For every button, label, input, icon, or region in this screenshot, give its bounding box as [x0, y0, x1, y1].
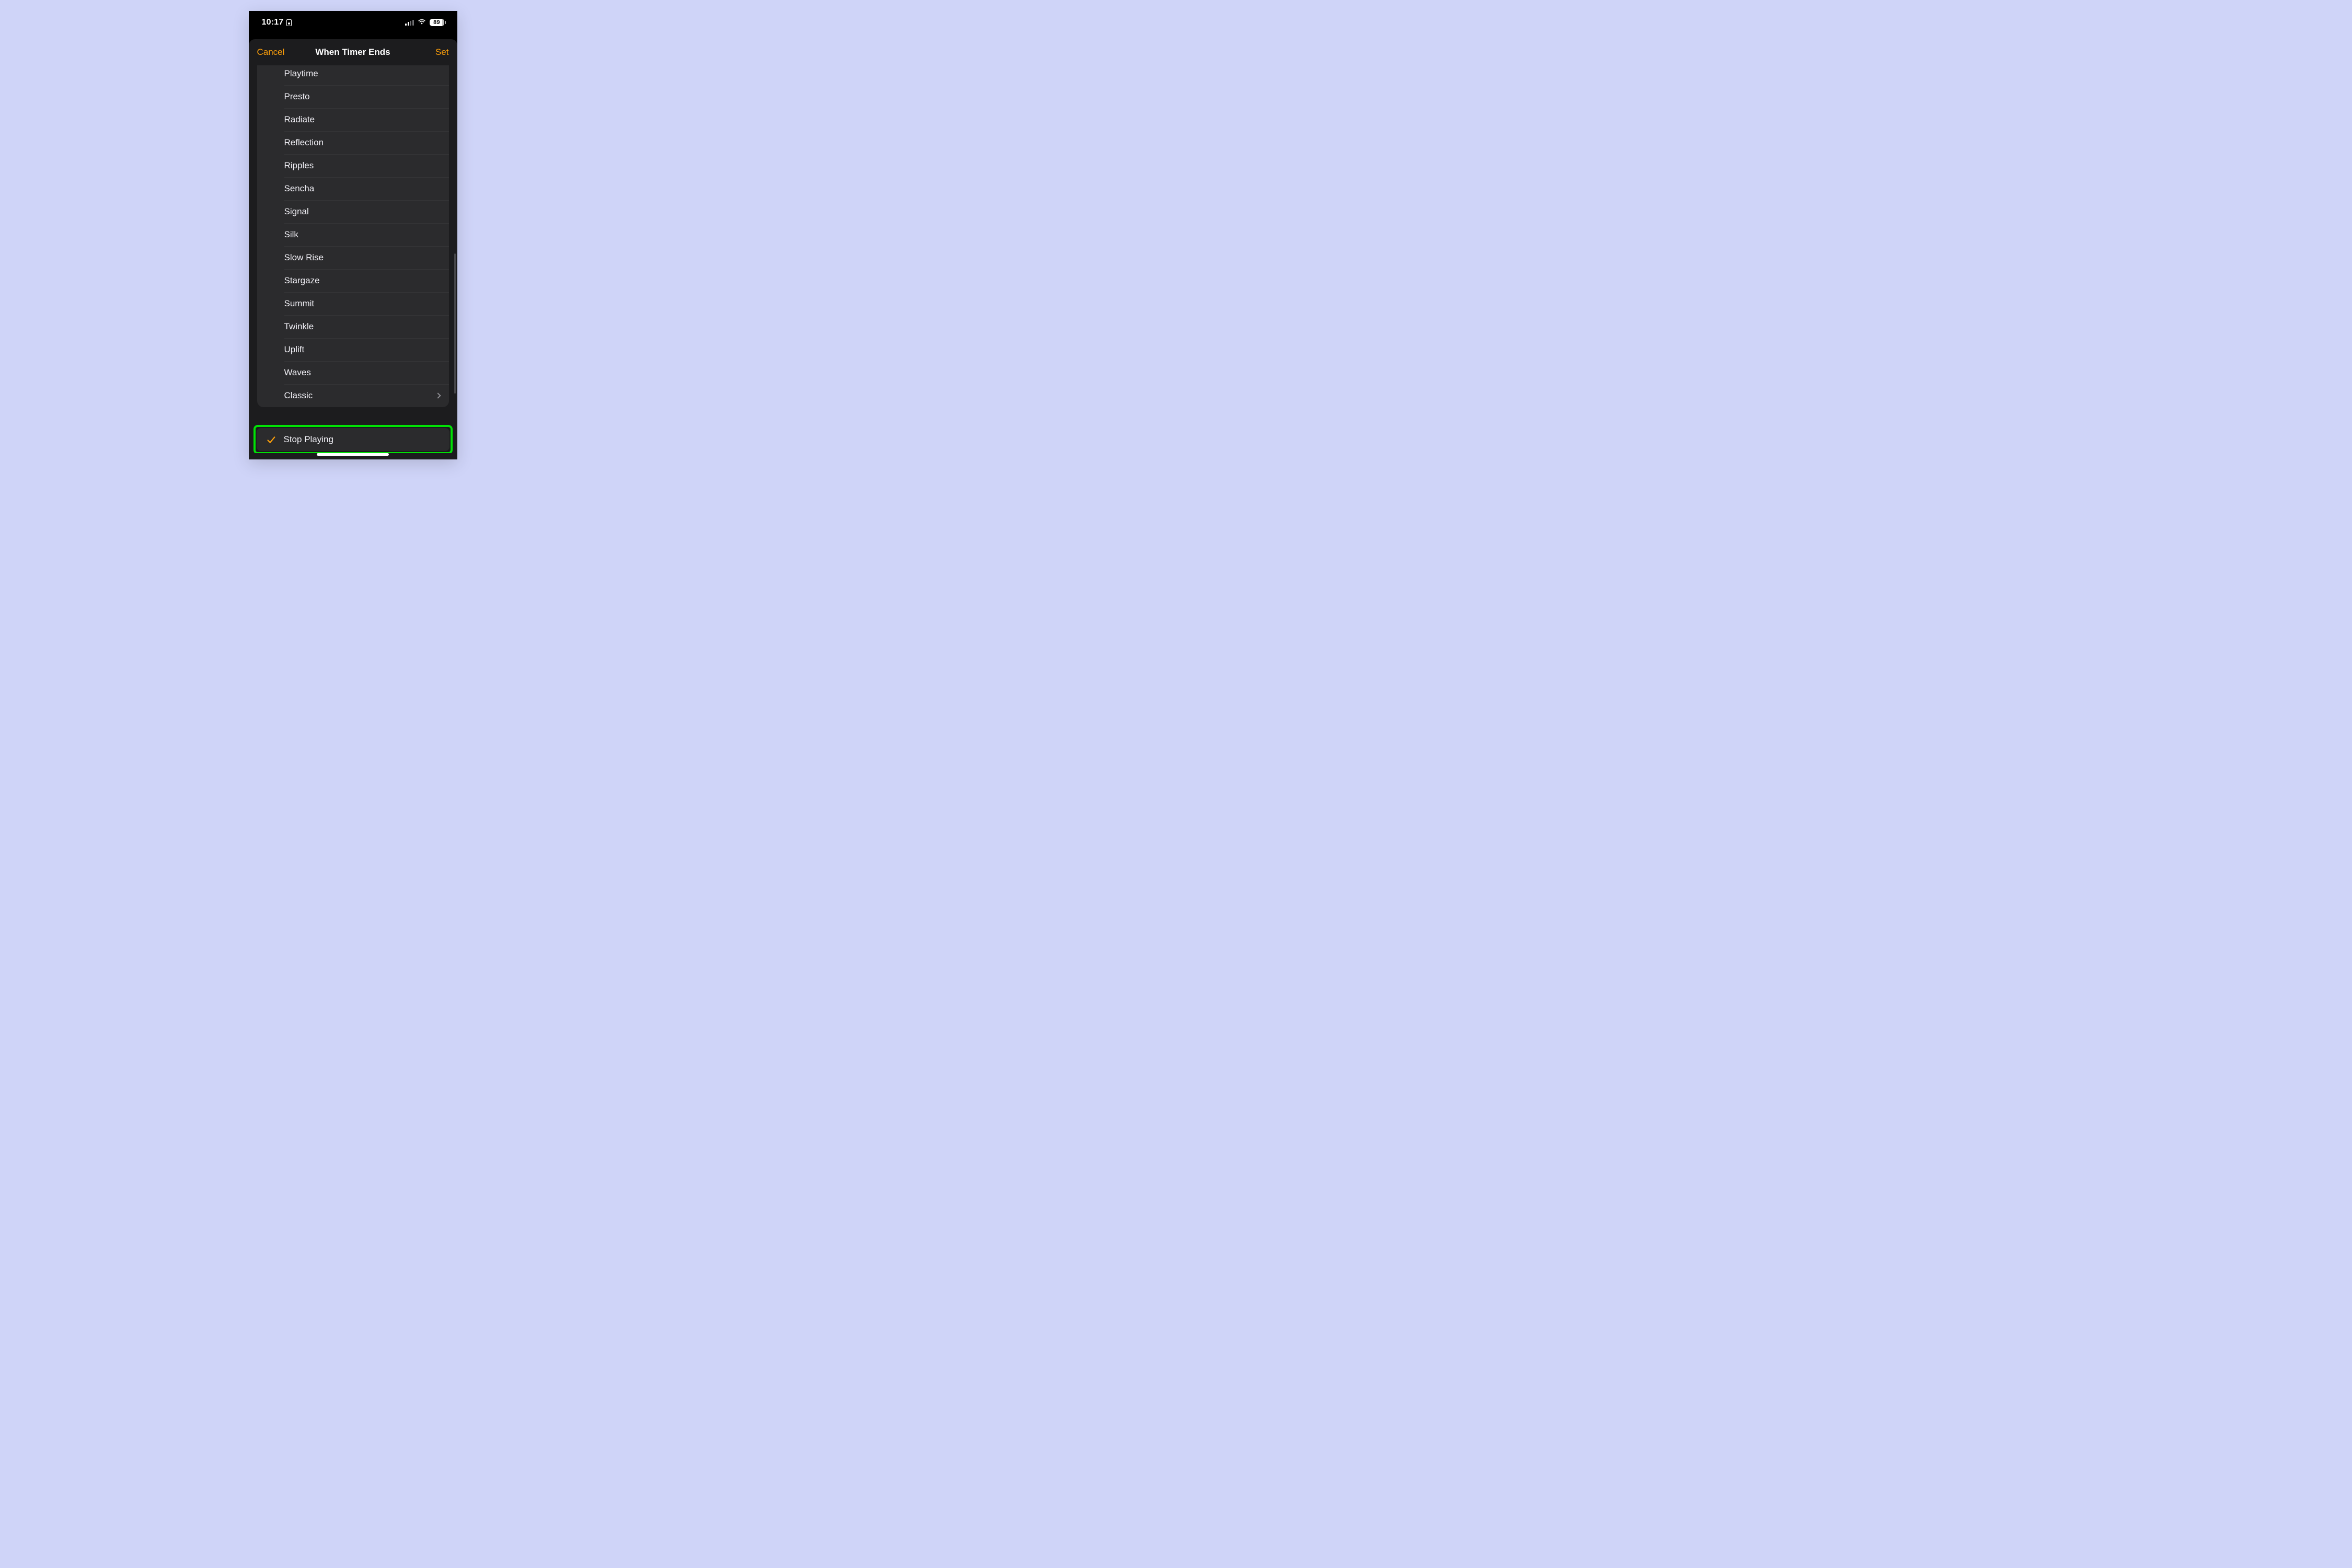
sound-row[interactable]: Signal	[257, 200, 449, 223]
row-label: Classic	[284, 390, 313, 401]
home-indicator[interactable]	[317, 453, 389, 456]
sheet-nav-bar: Cancel When Timer Ends Set	[249, 39, 457, 65]
row-label: Presto	[284, 91, 310, 102]
row-label: Sencha	[284, 183, 315, 194]
row-label: Slow Rise	[284, 252, 324, 263]
status-bar: 10:17 89	[249, 11, 457, 35]
checkmark-icon	[267, 428, 275, 451]
sheet-title: When Timer Ends	[315, 47, 390, 57]
row-label: Waves	[284, 367, 311, 378]
sound-row[interactable]: Summit	[257, 292, 449, 315]
sound-row[interactable]: Radiate	[257, 108, 449, 131]
sound-row[interactable]: Sencha	[257, 177, 449, 200]
stop-playing-card: Stop Playing	[257, 428, 449, 451]
highlight-box: Stop Playing	[253, 425, 453, 453]
row-label: Stop Playing	[284, 434, 333, 445]
sound-row[interactable]: Ripples	[257, 154, 449, 177]
sound-scroll-area[interactable]: Playtime Presto Radiate Reflection Ripples Se…	[249, 65, 457, 453]
portrait-lock-icon	[286, 19, 292, 26]
row-label: Signal	[284, 206, 309, 217]
status-left: 10:17	[262, 18, 292, 27]
battery-percent: 89	[433, 19, 440, 26]
sound-row[interactable]: Presto	[257, 85, 449, 108]
cancel-button[interactable]: Cancel	[257, 47, 285, 57]
sound-row[interactable]: Slow Rise	[257, 246, 449, 269]
sound-row[interactable]: Waves	[257, 361, 449, 384]
sound-row[interactable]: Playtime	[257, 65, 449, 85]
row-label: Silk	[284, 229, 298, 240]
classic-row[interactable]: Classic	[257, 384, 449, 407]
battery-indicator: 89	[430, 19, 444, 26]
sound-row[interactable]: Uplift	[257, 338, 449, 361]
row-label: Summit	[284, 298, 315, 309]
set-button[interactable]: Set	[435, 47, 449, 57]
section-gap	[257, 407, 449, 425]
stop-playing-row[interactable]: Stop Playing	[257, 428, 449, 451]
row-label: Playtime	[284, 68, 318, 79]
sound-row[interactable]: Silk	[257, 223, 449, 246]
timer-end-sheet: Cancel When Timer Ends Set Playtime Prest…	[249, 39, 457, 459]
row-label: Uplift	[284, 344, 305, 355]
row-label: Twinkle	[284, 321, 314, 332]
cellular-signal-icon	[405, 20, 414, 26]
sound-list: Playtime Presto Radiate Reflection Ripples Se…	[257, 65, 449, 407]
row-label: Radiate	[284, 114, 315, 125]
wifi-icon	[417, 18, 426, 27]
phone-screen: 10:17 89 Cancel When Timer Ends	[249, 11, 457, 459]
scrollbar-thumb[interactable]	[454, 253, 456, 394]
row-label: Stargaze	[284, 275, 320, 286]
row-label: Reflection	[284, 137, 324, 148]
sound-row[interactable]: Twinkle	[257, 315, 449, 338]
chevron-right-icon	[435, 393, 441, 398]
status-time: 10:17	[262, 18, 284, 27]
sound-row[interactable]: Stargaze	[257, 269, 449, 292]
status-right: 89	[405, 18, 444, 27]
sound-row[interactable]: Reflection	[257, 131, 449, 154]
row-label: Ripples	[284, 160, 314, 171]
